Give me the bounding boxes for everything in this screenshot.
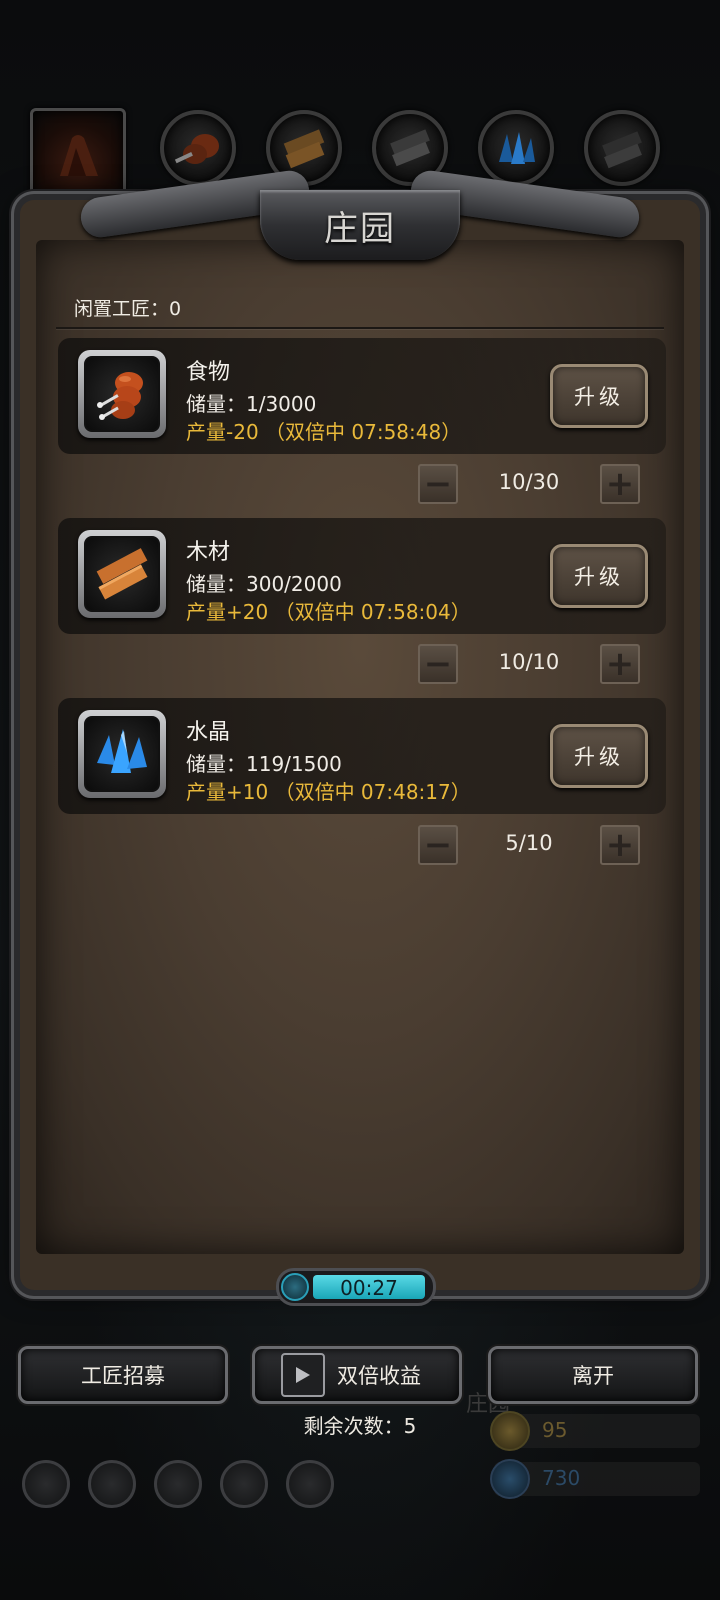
clock-icon [281, 1273, 309, 1301]
map-icon[interactable] [154, 1460, 202, 1508]
worker-stepper-wood: − 10/10 + [418, 644, 640, 686]
increase-button[interactable]: + [600, 464, 640, 504]
play-video-icon [281, 1353, 325, 1397]
estate-panel: 庄园 闲置工匠：0 食物 储量：1/3000 产量-20 （双倍中 07:58:… [20, 168, 700, 1290]
estate-icon [60, 135, 98, 176]
resource-icon-frame [78, 530, 166, 618]
tab-steel[interactable] [584, 110, 660, 186]
wood-icon [283, 129, 325, 169]
resource-icon-frame [78, 350, 166, 438]
title-plate: 庄园 [260, 190, 460, 260]
meat-icon [97, 372, 143, 420]
resource-name: 木材 [186, 540, 231, 565]
worker-count: 10/10 [498, 650, 560, 674]
settings-gear-icon[interactable] [22, 1460, 70, 1508]
food-icon [174, 134, 219, 164]
worker-count: 10/30 [498, 470, 560, 494]
gem-value: 730 [542, 1466, 581, 1490]
gem-coin-icon [490, 1459, 530, 1499]
resource-row-food: 食物 储量：1/3000 产量-20 （双倍中 07:58:48） 升级 [58, 338, 666, 454]
resource-storage: 储量：1/3000 [186, 392, 317, 416]
resource-storage: 储量：300/2000 [186, 572, 342, 596]
resource-name: 食物 [186, 360, 231, 385]
decrease-button[interactable]: − [418, 644, 458, 684]
decrease-button[interactable]: − [418, 464, 458, 504]
tab-estate[interactable] [30, 108, 126, 200]
achievement-icon[interactable] [88, 1460, 136, 1508]
increase-button[interactable]: + [600, 825, 640, 865]
upgrade-button[interactable]: 升级 [550, 364, 648, 428]
decrease-button[interactable]: − [418, 825, 458, 865]
worker-stepper-food: − 10/30 + [418, 464, 640, 506]
tab-food[interactable] [160, 110, 236, 186]
crystal-icon [499, 132, 535, 164]
timer-text: 00:27 [340, 1276, 398, 1300]
panel-title: 庄园 [324, 208, 396, 249]
resource-production: 产量-20 （双倍中 07:58:48） [186, 420, 462, 444]
steel-icon [602, 131, 642, 169]
resource-production: 产量+20 （双倍中 07:58:04） [186, 600, 471, 624]
resource-storage: 储量：119/1500 [186, 752, 342, 776]
worker-stepper-crystal: − 5/10 + [418, 825, 640, 867]
resource-row-crystal: 水晶 储量：119/1500 产量+10 （双倍中 07:48:17） 升级 [58, 698, 666, 814]
leave-button[interactable]: 离开 [488, 1346, 698, 1404]
resource-icon-frame [78, 710, 166, 798]
wood-planks-icon [96, 548, 148, 600]
tab-crystal[interactable] [478, 110, 554, 186]
idle-workers-label: 闲置工匠：0 [74, 298, 182, 320]
gift-icon[interactable] [286, 1460, 334, 1508]
remaining-count: 剩余次数：5 [303, 1414, 417, 1438]
building-tabs [30, 108, 690, 200]
mail-icon[interactable] [220, 1460, 268, 1508]
double-income-label: 双倍收益 [337, 1364, 421, 1388]
gem-counter: 730 [490, 1459, 700, 1499]
iron-icon [390, 129, 430, 167]
resource-name: 水晶 [186, 720, 231, 745]
upgrade-button[interactable]: 升级 [550, 544, 648, 608]
resource-production: 产量+10 （双倍中 07:48:17） [186, 780, 471, 804]
double-timer: 00:27 [276, 1268, 436, 1306]
upgrade-button[interactable]: 升级 [550, 724, 648, 788]
resource-row-wood: 木材 储量：300/2000 产量+20 （双倍中 07:58:04） 升级 [58, 518, 666, 634]
divider [56, 327, 664, 329]
crystal-icon [97, 729, 147, 773]
worker-count: 5/10 [505, 831, 553, 855]
double-income-button[interactable]: 双倍收益 [252, 1346, 462, 1404]
recruit-button[interactable]: 工匠招募 [18, 1346, 228, 1404]
increase-button[interactable]: + [600, 644, 640, 684]
